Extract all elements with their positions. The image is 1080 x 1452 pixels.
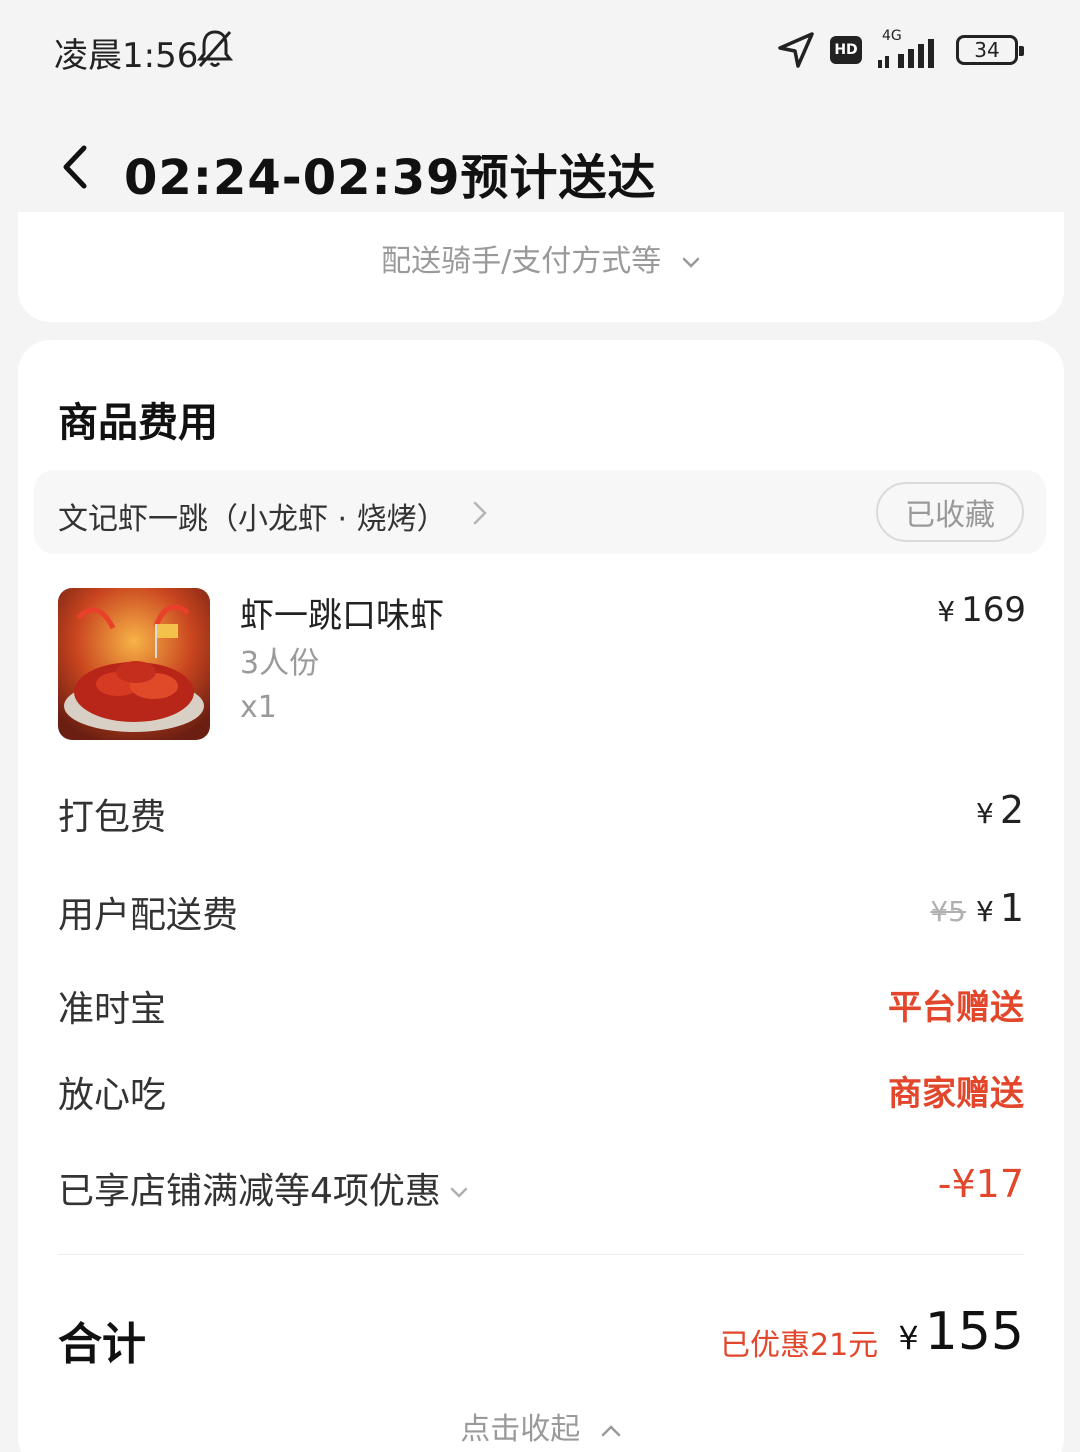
total-saved: 已优惠21元 — [720, 1328, 879, 1363]
ontime-guarantee-label: 准时宝 — [58, 989, 167, 1030]
ontime-guarantee-value: 平台赠送 — [888, 988, 1024, 1028]
product-image[interactable] — [58, 588, 210, 740]
status-icons: HD 4G 34 — [776, 28, 1024, 70]
product-price: ¥169 — [937, 590, 1026, 630]
divider — [58, 1254, 1024, 1255]
page-header: 02:24-02:39预计送达 — [0, 100, 1080, 212]
favorite-button[interactable]: 已收藏 — [876, 482, 1024, 542]
chevron-down-icon — [450, 1187, 468, 1198]
packaging-fee-amount: 2 — [999, 788, 1024, 832]
section-title: 商品费用 — [58, 400, 218, 446]
currency-symbol: ¥ — [975, 895, 994, 928]
signal-icon: 4G — [876, 28, 942, 70]
currency-symbol: ¥ — [937, 595, 956, 628]
delivery-fee-row: 用户配送费 ¥5 ¥1 — [58, 886, 1024, 936]
hd-badge: HD — [830, 36, 862, 64]
chevron-up-icon — [601, 1424, 621, 1436]
battery-level: 34 — [974, 38, 1000, 62]
total-price: ¥155 — [898, 1302, 1024, 1362]
food-safety-label: 放心吃 — [58, 1075, 167, 1116]
delivery-fee-label: 用户配送费 — [58, 895, 239, 936]
bell-muted-icon — [196, 30, 234, 67]
total-price-value: 155 — [924, 1302, 1024, 1362]
chevron-right-icon — [473, 501, 487, 525]
location-arrow-icon — [778, 32, 814, 68]
food-safety-value: 商家赠送 — [888, 1074, 1024, 1114]
discount-value: -¥17 — [937, 1162, 1024, 1206]
page-title: 02:24-02:39预计送达 — [124, 150, 657, 206]
total-label: 合计 — [58, 1319, 146, 1370]
discount-label-text: 已享店铺满减等4项优惠 — [58, 1171, 441, 1212]
status-time: 凌晨1:56 — [54, 36, 199, 76]
food-safety-row: 放心吃 商家赠送 — [58, 1066, 1024, 1116]
packaging-fee-value: ¥2 — [976, 788, 1024, 832]
discount-label: 已享店铺满减等4项优惠 — [58, 1162, 469, 1214]
chevron-down-icon — [682, 257, 700, 268]
delivery-fee-original: ¥5 — [930, 895, 966, 928]
packaging-fee-row: 打包费 ¥2 — [58, 788, 1024, 838]
delivery-info-expand[interactable]: 配送骑手/支付方式等 — [18, 236, 1064, 280]
product-quantity: x1 — [240, 690, 277, 725]
collapse-button[interactable]: 点击收起 — [18, 1404, 1064, 1448]
shop-row[interactable]: 文记虾一跳（小龙虾 · 烧烤） 已收藏 — [34, 470, 1046, 554]
delivery-fee-value: ¥5 ¥1 — [930, 886, 1024, 930]
packaging-fee-label: 打包费 — [58, 797, 167, 838]
product-spec: 3人份 — [240, 646, 320, 681]
discount-row[interactable]: 已享店铺满减等4项优惠 -¥17 — [58, 1162, 1024, 1212]
shop-name: 文记虾一跳（小龙虾 · 烧烤） — [58, 502, 447, 537]
product-price-value: 169 — [961, 590, 1026, 630]
order-fee-card: 商品费用 文记虾一跳（小龙虾 · 烧烤） 已收藏 虾一跳口味虾 3人份 x1 ¥… — [18, 340, 1064, 1452]
back-arrow-icon[interactable] — [58, 144, 90, 190]
status-bar: 凌晨1:56 HD 4G 34 — [0, 0, 1080, 100]
currency-symbol: ¥ — [975, 797, 994, 830]
ontime-guarantee-row: 准时宝 平台赠送 — [58, 980, 1024, 1030]
delivery-fee-amount: 1 — [999, 886, 1024, 930]
currency-symbol: ¥ — [898, 1319, 919, 1357]
delivery-info-expand-label: 配送骑手/支付方式等 — [381, 244, 662, 279]
battery-icon: 34 — [956, 35, 1024, 65]
delivery-info-card: 配送骑手/支付方式等 — [18, 212, 1064, 322]
product-name: 虾一跳口味虾 — [240, 596, 444, 636]
collapse-label: 点击收起 — [460, 1412, 581, 1447]
